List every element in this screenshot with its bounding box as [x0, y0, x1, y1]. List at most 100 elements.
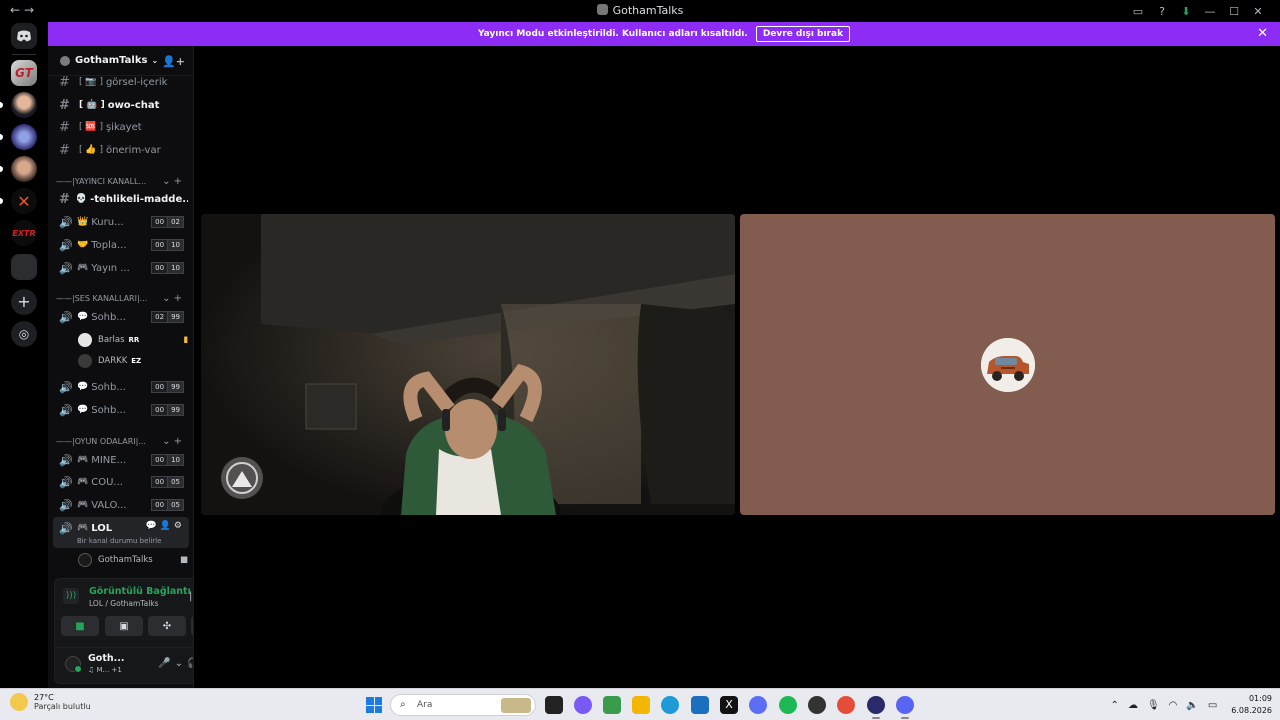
search-highlight-image: [501, 698, 531, 713]
close-window-icon[interactable]: ✕: [1246, 2, 1270, 20]
chevron-down-icon: ⌄: [151, 56, 159, 65]
voice-connected-subtitle[interactable]: LOL / GothamTalks: [89, 599, 159, 608]
category-games[interactable]: —— |OYUN ODALARI|... ⌄ +: [56, 434, 184, 448]
speaker-icon: 🔊: [59, 261, 73, 275]
maximize-icon[interactable]: ☐: [1222, 2, 1246, 20]
obs-icon[interactable]: [867, 696, 885, 719]
add-channel-icon[interactable]: ⌄ +: [162, 176, 182, 187]
microphone-tray-icon[interactable]: 🎙: [1147, 700, 1160, 711]
add-channel-icon[interactable]: ⌄ +: [162, 436, 182, 447]
windows-start-button[interactable]: [366, 697, 382, 713]
channel-sikayet[interactable]: #[ 🆘 ] şikayet: [54, 117, 188, 137]
add-server-icon[interactable]: +: [11, 289, 37, 315]
server-icon-6[interactable]: EXTR: [11, 220, 37, 246]
camera-button[interactable]: ■: [61, 616, 99, 636]
window-title: GothamTalks: [0, 4, 1280, 17]
voice-channel-sohbet-1[interactable]: 🔊 💬 Sohb... 02 99: [54, 307, 188, 327]
add-channel-icon[interactable]: ⌄ +: [162, 293, 182, 304]
file-explorer-icon[interactable]: [632, 696, 650, 714]
video-camera-icon: ■: [75, 620, 85, 632]
server-icon-5[interactable]: ✕: [11, 188, 37, 214]
chat-icon[interactable]: 💬: [145, 521, 159, 531]
channel-tehlikeli-madde[interactable]: # 💀 -tehlikeli-madde...: [54, 189, 188, 209]
edge-icon[interactable]: [661, 696, 679, 714]
search-icon: ⌕: [400, 699, 406, 710]
system-tray: ⌃ ☁ 🎙 ◠ 🔈 ▭ 01:09 6.08.2026: [1102, 693, 1272, 717]
invite-icon[interactable]: 👤: [160, 521, 174, 531]
voice-connected-title[interactable]: Görüntülü Bağlantı: [89, 586, 191, 597]
discord-taskbar-icon[interactable]: [896, 696, 914, 719]
taskbar-search[interactable]: ⌕ Ara: [390, 694, 536, 716]
disable-streamer-mode-button[interactable]: Devre dışı bırak: [755, 26, 851, 42]
user-status: ♫ M... +1: [88, 666, 122, 674]
server-icon-3[interactable]: [11, 124, 37, 150]
server-icon-4[interactable]: [11, 156, 37, 182]
cloud-icon[interactable]: ☁: [1128, 700, 1138, 711]
user-avatar[interactable]: [65, 656, 82, 673]
help-icon[interactable]: ?: [1150, 2, 1174, 20]
minimize-icon[interactable]: —: [1198, 2, 1222, 20]
video-tile-webcam[interactable]: [201, 214, 735, 515]
voice-channel-topla[interactable]: 🔊 🤝 Topla... 00 10: [54, 235, 188, 255]
voice-member-darkk[interactable]: DARKK EZ: [78, 352, 188, 370]
server-gothamtalks-icon[interactable]: GT: [11, 60, 37, 86]
weather-widget[interactable]: 27°C Parçalı bulutlu: [10, 693, 91, 711]
user-count-badge: 00 99: [151, 404, 184, 416]
voice-member-gothamtalks[interactable]: GothamTalks ■: [78, 551, 188, 569]
speaker-icon: 🔊: [59, 310, 73, 324]
x-app-icon[interactable]: X: [720, 696, 738, 714]
close-banner-icon[interactable]: ✕: [1257, 26, 1268, 41]
chrome-icon[interactable]: [837, 696, 855, 714]
discord-home-icon[interactable]: [11, 23, 37, 49]
discover-icon[interactable]: ◎: [11, 321, 37, 347]
category-voice[interactable]: —— |SES KANALLARI|... ⌄ +: [56, 291, 184, 305]
store-icon[interactable]: [603, 696, 621, 714]
microphone-icon[interactable]: 🎤: [158, 658, 174, 669]
voice-channel-counter[interactable]: 🔊 🎮 COU... 00 05: [54, 472, 188, 492]
settings-gear-icon[interactable]: ⚙: [174, 521, 185, 531]
chevron-down-icon[interactable]: ⌄: [175, 658, 187, 669]
app-icon[interactable]: [808, 696, 826, 714]
clock[interactable]: 01:09 6.08.2026: [1231, 693, 1272, 717]
soundboard-button[interactable]: ♪: [191, 616, 193, 636]
voice-channel-kuru[interactable]: 🔊 👑 Kuru... 00 02: [54, 212, 188, 232]
voice-channel-sohbet-2[interactable]: 🔊 💬 Sohb... 00 99: [54, 377, 188, 397]
category-streamer[interactable]: —— |YAYINCI KANALL... ⌄ +: [56, 174, 184, 188]
wifi-icon[interactable]: ◠: [1169, 700, 1178, 711]
download-icon[interactable]: ⬇: [1174, 2, 1198, 20]
voice-channel-sohbet-3[interactable]: 🔊 💬 Sohb... 00 99: [54, 400, 188, 420]
server-folder-icon[interactable]: [11, 254, 37, 280]
video-tile-avatar[interactable]: [740, 214, 1275, 515]
inbox-icon[interactable]: ▭: [1126, 2, 1150, 20]
voice-channel-valorant[interactable]: 🔊 🎮 VALO... 00 05: [54, 495, 188, 515]
ms-store-icon[interactable]: [691, 696, 709, 714]
copilot-icon[interactable]: [574, 696, 592, 714]
user-count-badge: 02 99: [151, 311, 184, 323]
chevron-up-icon[interactable]: ⌃: [1111, 700, 1119, 711]
voice-channel-lol[interactable]: 🔊 🎮 LOL: [54, 518, 154, 538]
battery-icon[interactable]: ▭: [1208, 700, 1217, 711]
channel-status-prompt[interactable]: Bir kanal durumu belirle: [77, 537, 161, 545]
voice-channel-minecraft[interactable]: 🔊 🎮 MINE... 00 10: [54, 450, 188, 470]
task-view-icon[interactable]: [545, 696, 563, 714]
app-icon[interactable]: [749, 696, 767, 714]
screen-share-button[interactable]: ▣: [105, 616, 143, 636]
voice-channel-lol-selected[interactable]: 🔊 🎮 LOL 💬👤⚙ Bir kanal durumu belirle: [53, 517, 189, 548]
volume-icon[interactable]: 🔈: [1186, 700, 1198, 711]
signal-icon[interactable]: ))): [63, 588, 79, 604]
voice-member-barlas[interactable]: Barlas RR ▮: [78, 331, 188, 349]
speaker-icon: 🔊: [59, 238, 73, 252]
channel-gorsel-icerik[interactable]: #[ 📷 ] görsel-içerik: [54, 72, 188, 92]
voice-channel-yayin[interactable]: 🔊 🎮 Yayın ... 00 10: [54, 258, 188, 278]
user-name[interactable]: Goth...: [88, 653, 124, 664]
activities-button[interactable]: ✣: [148, 616, 186, 636]
voice-connection-panel: ))) Görüntülü Bağlantı LOL / GothamTalks…: [54, 578, 193, 684]
channel-onerim-var[interactable]: #[ 👍 ] önerim-var: [54, 140, 188, 160]
invite-people-icon[interactable]: 👤+: [162, 55, 185, 68]
hash-icon: #: [59, 191, 70, 207]
channel-owo-chat[interactable]: #[ 🤖 ] owo-chat: [54, 95, 188, 115]
spotify-icon[interactable]: [779, 696, 797, 714]
headphones-icon[interactable]: 🎧: [187, 658, 193, 669]
noise-suppression-icon[interactable]: |||: [189, 591, 193, 602]
server-icon-2[interactable]: [11, 92, 37, 118]
